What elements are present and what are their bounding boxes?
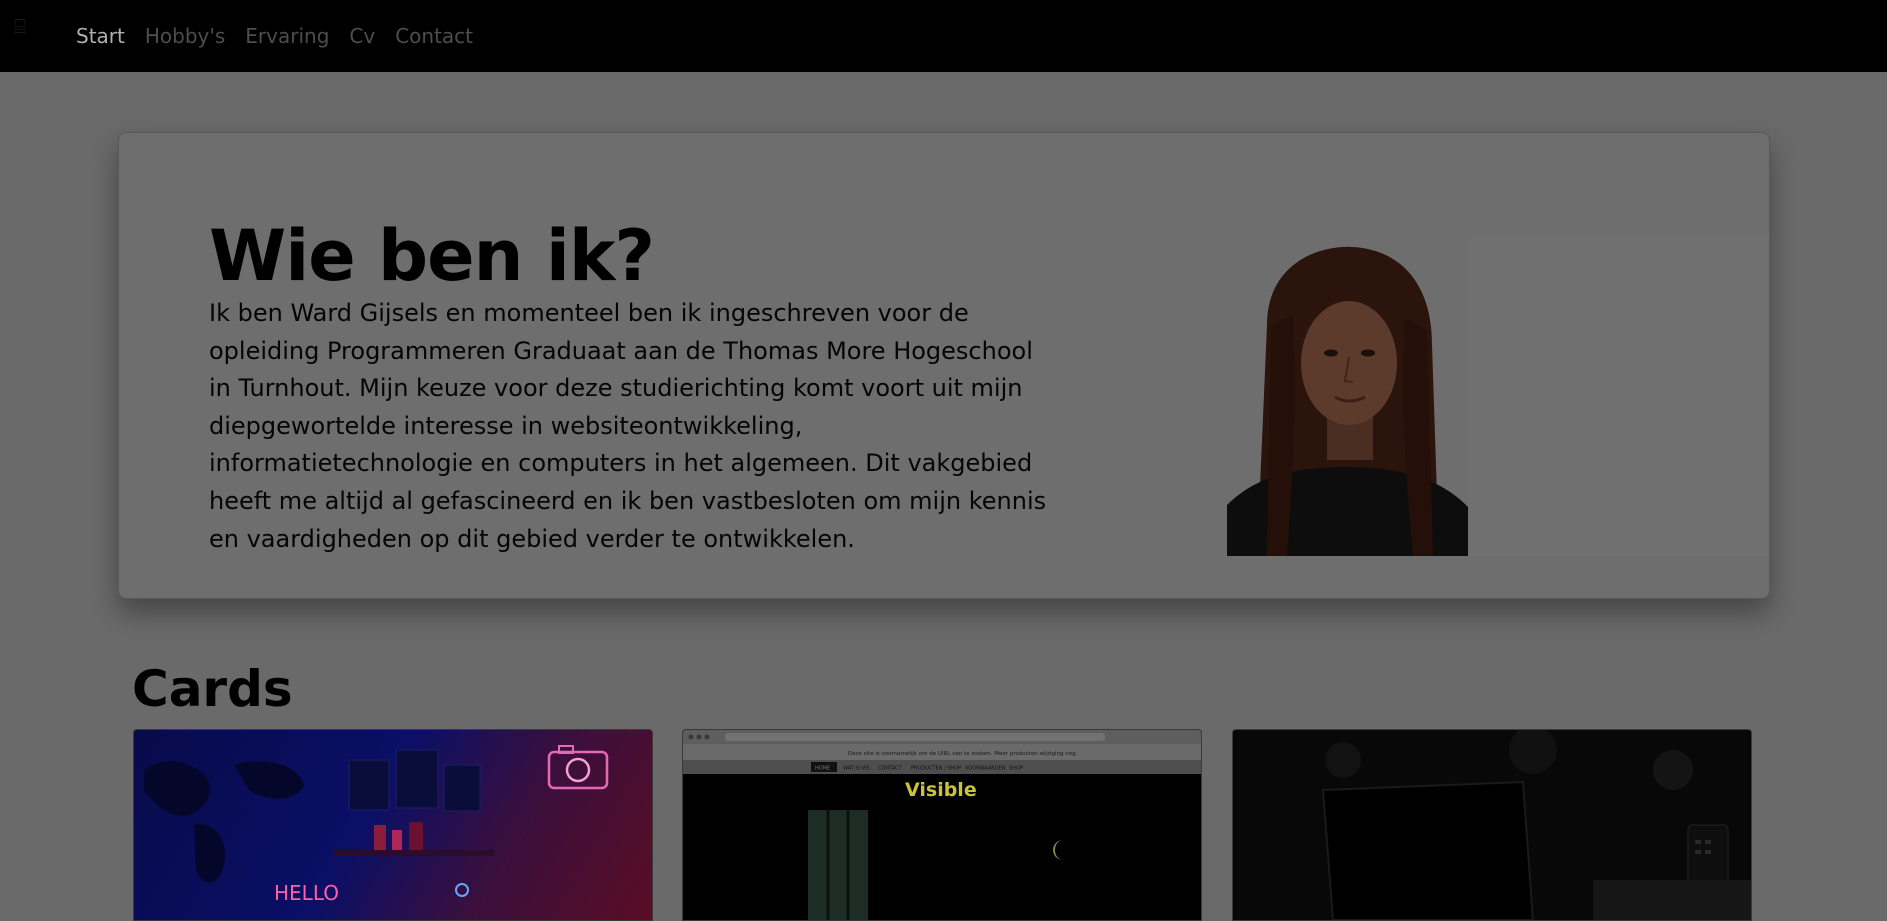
cards-section-title: Cards: [132, 660, 293, 718]
laptop-office-image: [1233, 730, 1751, 920]
site-tab-producten: PRODUCTEN / SHOP: [911, 766, 961, 772]
site-tab-home: HOME: [815, 766, 830, 772]
card-laptop-image[interactable]: [1232, 729, 1752, 921]
site-tab-contact: CONTACT: [878, 766, 903, 772]
hero-title: Wie ben ik?: [209, 215, 655, 297]
website-screenshot-image: Deze site is voornamelijk om de UIRL van…: [683, 730, 1201, 920]
hero-text: Ik ben Ward Gijsels en momenteel ben ik …: [209, 299, 1047, 553]
hero-card: Wie ben ik? Ik ben Ward Gijsels en momen…: [118, 132, 1770, 599]
promo-banner-text: Deze site is voornamelijk om de UIRL van…: [848, 751, 1078, 757]
nav-link-cv[interactable]: Cv: [349, 24, 375, 48]
brand-logo-icon[interactable]: ⌸: [14, 14, 38, 38]
nav-link-contact[interactable]: Contact: [395, 24, 473, 48]
nav-link-ervaring[interactable]: Ervaring: [245, 24, 329, 48]
site-tab-watisvis: WAT IS VIS: [843, 766, 870, 772]
site-tab-shop: SHOP: [1009, 766, 1023, 772]
card-website-screenshot[interactable]: Deze site is voornamelijk om de UIRL van…: [682, 729, 1202, 921]
nav-link-hobbys[interactable]: Hobby's: [145, 24, 225, 48]
nav-link-start[interactable]: Start: [76, 24, 125, 48]
neon-room-image: HELLO: [144, 745, 609, 905]
neon-hello-text: HELLO: [274, 881, 339, 905]
site-logo-text: Visible: [905, 779, 977, 801]
top-navbar: ⌸ Start Hobby's Ervaring Cv Contact: [0, 0, 1887, 72]
photo-panel: [1227, 235, 1769, 556]
site-tab-voorwaarden: VOORWAARDEN: [965, 766, 1006, 772]
card-hobby-image[interactable]: HELLO: [133, 729, 653, 921]
nav-links: Start Hobby's Ervaring Cv Contact: [76, 0, 473, 72]
portrait-image: [1227, 235, 1468, 556]
